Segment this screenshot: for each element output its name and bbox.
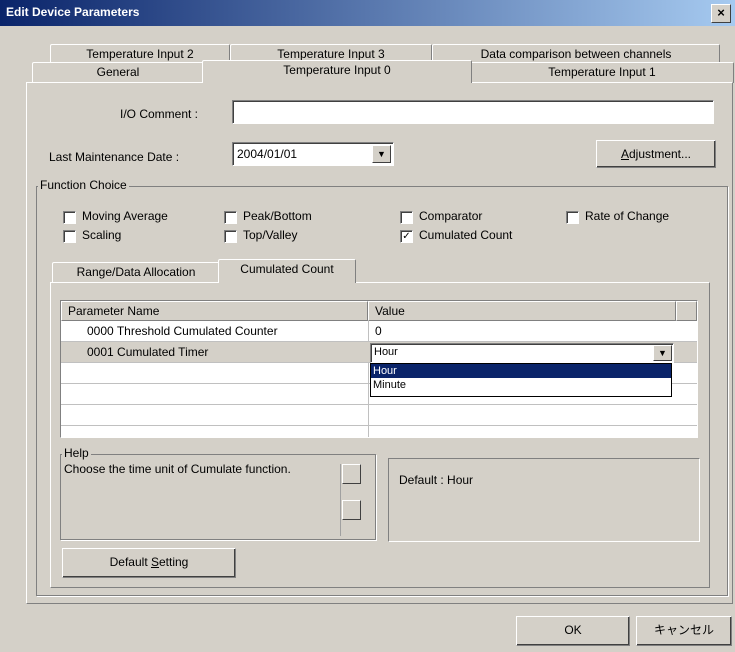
checkbox-moving-average[interactable] [63, 211, 76, 224]
param-name: 0001 Cumulated Timer [87, 345, 209, 359]
chevron-down-icon[interactable]: ▼ [372, 145, 391, 163]
chevron-down-icon[interactable]: ▼ [653, 345, 672, 361]
tab-temperature-input-0[interactable]: Temperature Input 0 [202, 60, 472, 83]
rate-of-change-label: Rate of Change [585, 209, 670, 223]
table-row[interactable]: 0000 Threshold Cumulated Counter 0 [61, 321, 697, 342]
tab-data-comparison[interactable]: Data comparison between channels [432, 44, 720, 64]
default-setting-label-key: S [150, 555, 159, 569]
column-header-value[interactable]: Value [368, 301, 676, 321]
peak-bottom-label: Peak/Bottom [243, 209, 312, 223]
param-value: 0 [375, 324, 382, 338]
parameter-table: Parameter Name Value 0000 Threshold Cumu… [60, 300, 698, 438]
cumulated-count-label: Cumulated Count [419, 228, 513, 242]
adjustment-label-key: A [620, 147, 629, 161]
cancel-button[interactable]: キャンセル [636, 616, 732, 646]
checkbox-cumulated-count[interactable]: ✓ [400, 230, 413, 243]
column-header-parameter-name[interactable]: Parameter Name [61, 301, 368, 321]
comparator-label: Comparator [419, 209, 483, 223]
moving-average-label: Moving Average [82, 209, 168, 223]
ok-button[interactable]: OK [516, 616, 630, 646]
checkbox-rate-of-change[interactable] [566, 211, 579, 224]
column-header-extra [676, 301, 697, 321]
cumulated-timer-select[interactable]: Hour ▼ [370, 343, 674, 363]
dropdown-list: Hour Minute [370, 363, 672, 397]
io-comment-input[interactable] [232, 100, 714, 124]
default-setting-label-pre: Default [109, 555, 151, 569]
checkbox-peak-bottom[interactable] [224, 211, 237, 224]
maintenance-date-select[interactable]: 2004/01/01 ▼ [232, 142, 394, 166]
param-name: 0000 Threshold Cumulated Counter [87, 324, 278, 338]
checkbox-comparator[interactable] [400, 211, 413, 224]
maintenance-date-label: Last Maintenance Date : [49, 150, 180, 164]
default-box: Default : Hour [388, 458, 700, 542]
dropdown-option-minute[interactable]: Minute [371, 378, 671, 392]
window-title: Edit Device Parameters [6, 5, 140, 19]
default-setting-label-post: etting [159, 555, 189, 569]
top-valley-label: Top/Valley [243, 228, 298, 242]
tab-cumulated-count[interactable]: Cumulated Count [218, 259, 356, 283]
scroll-up-button[interactable] [342, 464, 361, 484]
function-choice-title: Function Choice [38, 178, 129, 192]
default-value-text: Default : Hour [399, 473, 474, 487]
tab-general[interactable]: General [32, 62, 204, 83]
cumulated-timer-value: Hour [374, 346, 398, 358]
adjustment-button[interactable]: Adjustment... [596, 140, 716, 168]
scroll-down-button[interactable] [342, 500, 361, 520]
close-button[interactable]: × [711, 4, 731, 23]
tab-temperature-input-1[interactable]: Temperature Input 1 [470, 62, 734, 83]
dropdown-option-hour[interactable]: Hour [371, 364, 671, 378]
checkbox-top-valley[interactable] [224, 230, 237, 243]
help-text: Choose the time unit of Cumulate functio… [64, 462, 291, 476]
io-comment-label: I/O Comment : [120, 107, 199, 121]
default-setting-button[interactable]: Default Setting [62, 548, 236, 578]
help-scrollbar[interactable] [340, 464, 361, 536]
table-row [61, 405, 697, 426]
maintenance-date-value: 2004/01/01 [237, 147, 298, 161]
help-title: Help [62, 446, 91, 460]
scaling-label: Scaling [82, 228, 122, 242]
tab-range-data-allocation[interactable]: Range/Data Allocation [52, 262, 220, 283]
checkbox-scaling[interactable] [63, 230, 76, 243]
title-bar: Edit Device Parameters × [0, 0, 735, 26]
adjustment-label-post: djustment... [628, 147, 692, 161]
